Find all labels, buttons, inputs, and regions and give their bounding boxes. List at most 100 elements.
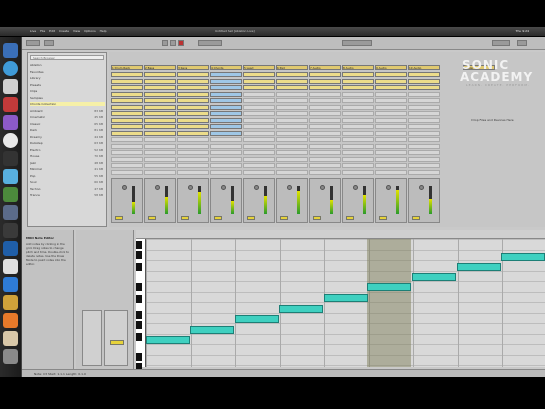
track-activator-button[interactable] xyxy=(181,216,189,220)
pan-knob[interactable] xyxy=(287,185,292,190)
signature-field[interactable] xyxy=(44,40,54,46)
clip-slot[interactable] xyxy=(210,156,242,162)
track-activator-button[interactable] xyxy=(280,216,288,220)
photo-icon[interactable] xyxy=(3,205,18,220)
track-activator-button[interactable] xyxy=(214,216,222,220)
track-activator-button[interactable] xyxy=(115,216,123,220)
browser-item[interactable]: Dreamy 44 KB xyxy=(30,135,105,139)
clip-slot[interactable] xyxy=(408,98,440,103)
clip-slot[interactable] xyxy=(144,98,176,103)
clip-slot[interactable] xyxy=(243,156,275,162)
clip-slot[interactable] xyxy=(111,85,143,90)
clip-slot[interactable] xyxy=(243,163,275,168)
clip-slot[interactable] xyxy=(276,156,308,162)
loop-button[interactable] xyxy=(110,340,124,345)
clip-slot[interactable] xyxy=(243,150,275,155)
browser-item[interactable]: Presets xyxy=(30,83,105,87)
clip-slot[interactable] xyxy=(177,98,209,103)
track-header[interactable]: 3 Keys xyxy=(177,65,209,70)
clip-slot[interactable] xyxy=(111,111,143,116)
clip-slot[interactable] xyxy=(111,104,143,110)
play-button[interactable] xyxy=(162,40,168,46)
clip-slot[interactable] xyxy=(144,104,176,110)
tempo-field[interactable] xyxy=(26,40,40,46)
clip-slot[interactable] xyxy=(111,72,143,77)
clip-slot[interactable] xyxy=(111,150,143,155)
browser-item[interactable]: Techno 47 KB xyxy=(30,187,105,191)
clip-slot[interactable] xyxy=(342,143,374,149)
clip-slot[interactable] xyxy=(144,150,176,155)
clip-slot[interactable] xyxy=(342,150,374,155)
selected-time-range[interactable] xyxy=(367,239,411,367)
clip-slot[interactable] xyxy=(408,85,440,90)
clip-slot[interactable] xyxy=(144,163,176,168)
pan-knob[interactable] xyxy=(188,185,193,190)
clip-slot[interactable] xyxy=(276,137,308,142)
browser-item[interactable]: Jazz 48 KB xyxy=(30,161,105,165)
midi-note[interactable] xyxy=(146,336,190,344)
clip-slot[interactable] xyxy=(309,85,341,90)
track-header[interactable]: 10 Audio xyxy=(408,65,440,70)
clip-slot[interactable] xyxy=(177,156,209,162)
midi-note[interactable] xyxy=(367,283,411,291)
clip-slot[interactable] xyxy=(276,150,308,155)
clip-slot[interactable] xyxy=(309,117,341,123)
clip-slot[interactable] xyxy=(309,143,341,149)
menu-file[interactable]: File xyxy=(40,29,45,33)
pan-knob[interactable] xyxy=(122,185,127,190)
safari-icon[interactable] xyxy=(3,169,18,184)
system-icon[interactable] xyxy=(3,277,18,292)
clip-slot[interactable] xyxy=(111,137,143,142)
clip-slot[interactable] xyxy=(309,104,341,110)
pan-knob[interactable] xyxy=(254,185,259,190)
itunes-icon[interactable] xyxy=(3,115,18,130)
clip-slot[interactable] xyxy=(408,156,440,162)
track-header[interactable]: 7 Audio xyxy=(309,65,341,70)
clip-slot[interactable] xyxy=(177,150,209,155)
clip-slot[interactable] xyxy=(144,130,176,136)
document-icon[interactable] xyxy=(3,331,18,346)
clip-slot[interactable] xyxy=(309,98,341,103)
stop-button[interactable] xyxy=(170,40,176,46)
black-key[interactable] xyxy=(136,241,142,249)
browser-item[interactable]: Trance 58 KB xyxy=(30,193,105,197)
browser-item[interactable]: Dark 81 KB xyxy=(30,128,105,132)
clip-slot[interactable] xyxy=(375,163,407,168)
clip-slot[interactable] xyxy=(177,163,209,168)
clip-slot[interactable] xyxy=(210,163,242,168)
clip-slot[interactable] xyxy=(243,85,275,90)
midi-note[interactable] xyxy=(457,263,501,271)
clip-slot[interactable] xyxy=(342,78,374,84)
clip-slot[interactable] xyxy=(375,104,407,110)
browser-item[interactable]: Classic 65 KB xyxy=(30,122,105,126)
browser-item[interactable]: House 70 KB xyxy=(30,154,105,158)
clip-slot[interactable] xyxy=(342,85,374,90)
clip-slot[interactable] xyxy=(144,169,176,175)
clip-slot[interactable] xyxy=(243,98,275,103)
clock-icon[interactable] xyxy=(3,133,18,148)
clip-slot[interactable] xyxy=(342,163,374,168)
clip-slot[interactable] xyxy=(375,72,407,77)
black-key[interactable] xyxy=(136,251,142,259)
clip-slot[interactable] xyxy=(111,130,143,136)
clip-slot[interactable] xyxy=(375,169,407,175)
clip-slot[interactable] xyxy=(243,137,275,142)
clip-slot[interactable] xyxy=(243,143,275,149)
menu-help[interactable]: Help xyxy=(100,29,107,33)
track-header[interactable]: 8 Audio xyxy=(342,65,374,70)
track-activator-button[interactable] xyxy=(313,216,321,220)
clip-slot[interactable] xyxy=(243,130,275,136)
clip-slot[interactable] xyxy=(243,124,275,129)
clip-slot[interactable] xyxy=(408,169,440,175)
clip-slot[interactable] xyxy=(111,156,143,162)
black-key[interactable] xyxy=(136,353,142,361)
clip-slot[interactable] xyxy=(342,156,374,162)
loop-field[interactable] xyxy=(342,40,372,46)
clip-slot[interactable] xyxy=(375,117,407,123)
clip-slot[interactable] xyxy=(309,111,341,116)
browser-search-input[interactable]: Search Browser xyxy=(30,55,104,60)
clip-slot[interactable] xyxy=(144,85,176,90)
black-key[interactable] xyxy=(136,263,142,271)
clip-slot[interactable] xyxy=(375,98,407,103)
browser-item[interactable]: Dubstep 63 KB xyxy=(30,141,105,145)
